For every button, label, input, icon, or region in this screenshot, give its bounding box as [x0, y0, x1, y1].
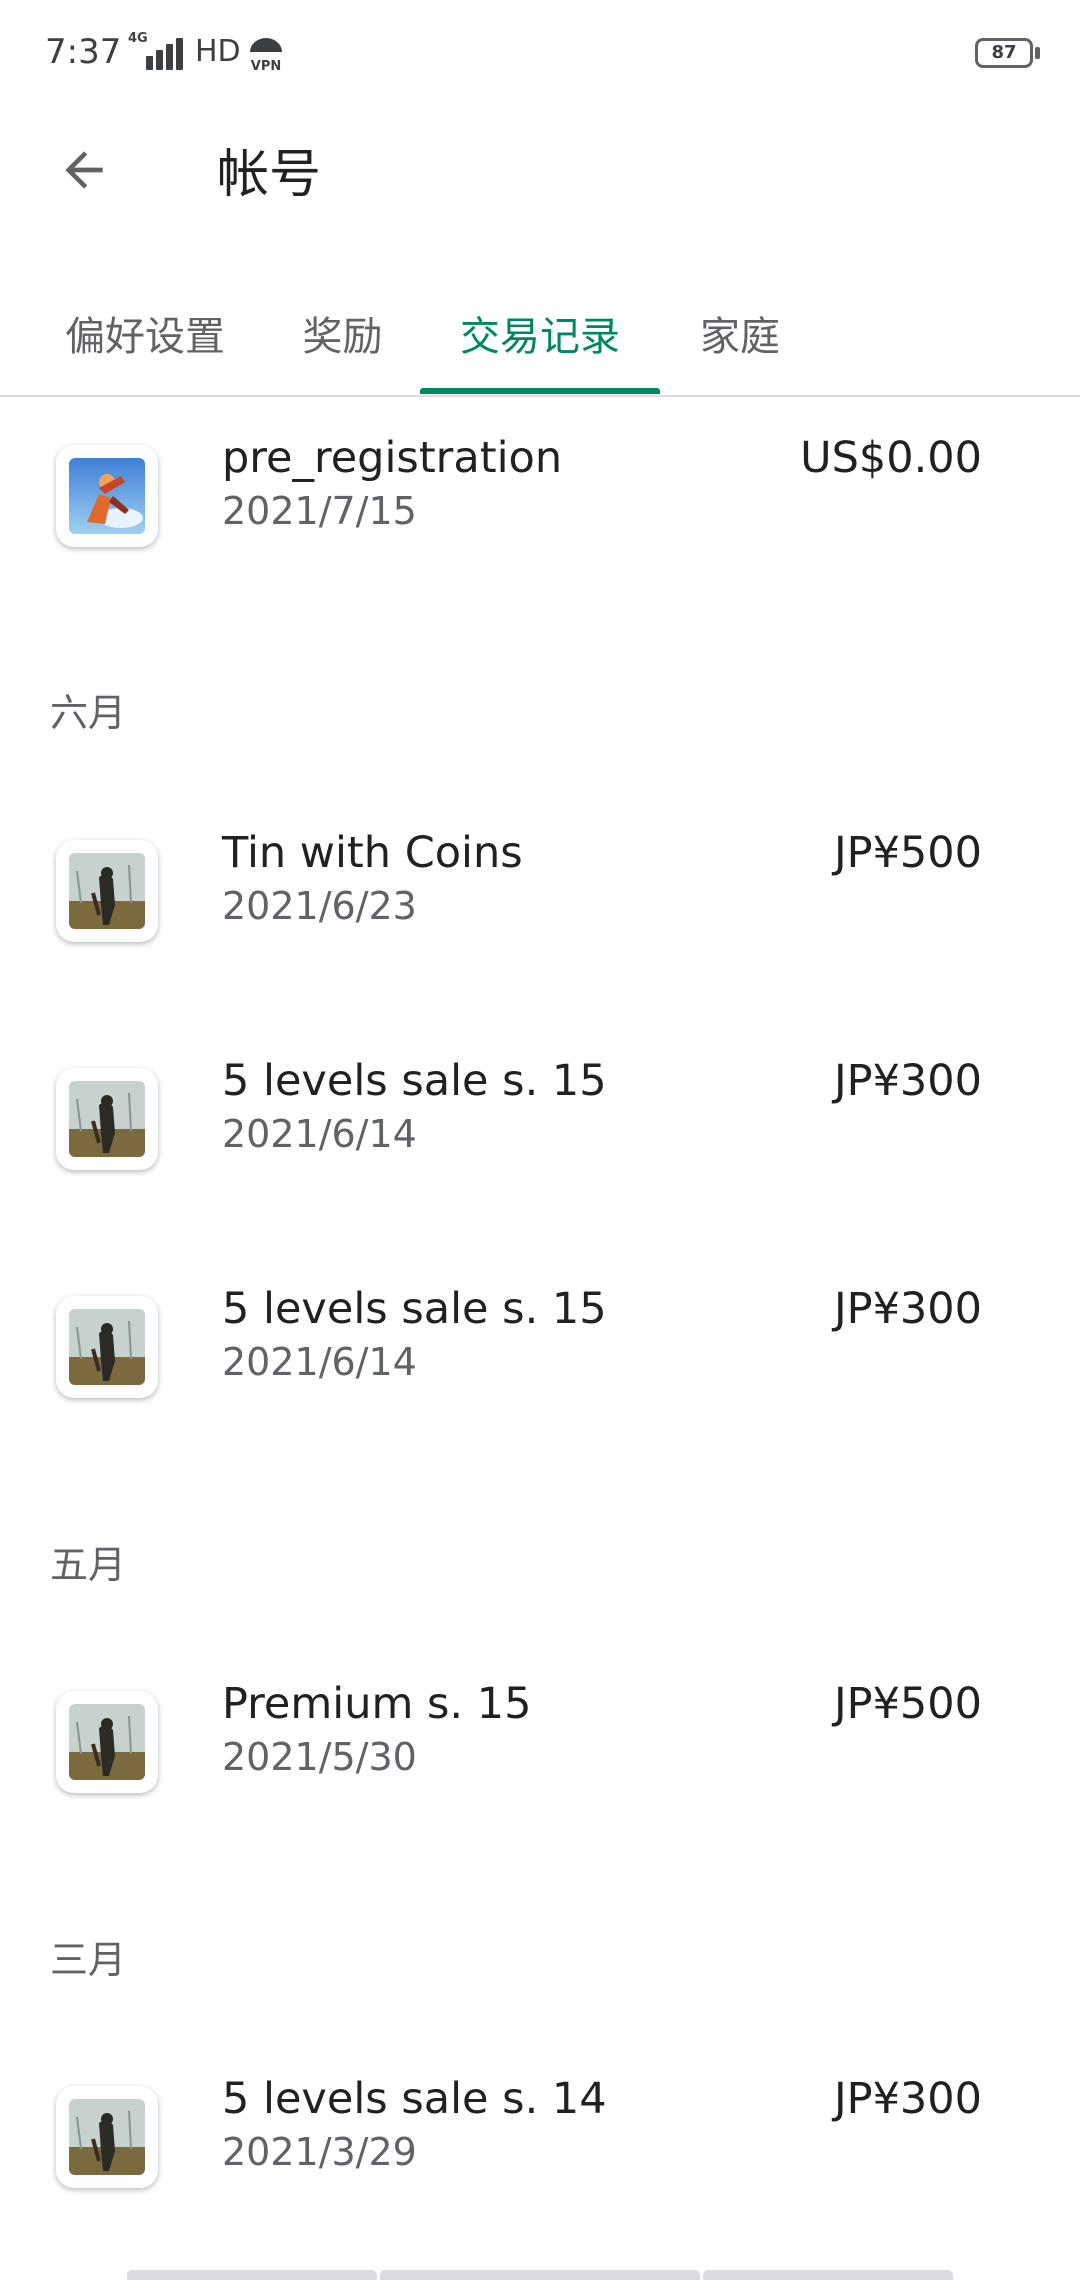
hero-game-icon: [56, 445, 158, 547]
tab-family[interactable]: 家庭: [680, 270, 800, 395]
bottom-hint-segment: [380, 2270, 700, 2280]
transaction-title: 5 levels sale s. 15: [222, 1284, 607, 1334]
survivor-game-icon: [56, 1691, 158, 1793]
transaction-row[interactable]: Premium s. 15 2021/5/30 JP¥500: [0, 1645, 1080, 1805]
transaction-row[interactable]: Tin with Coins 2021/6/23 JP¥500: [0, 794, 1080, 954]
transaction-date: 2021/7/15: [222, 489, 417, 533]
tab-rewards[interactable]: 奖励: [280, 270, 405, 395]
survivor-game-icon: [56, 2086, 158, 2188]
transaction-row[interactable]: 5 levels sale s. 14 2021/3/29 JP¥300: [0, 2040, 1080, 2200]
transaction-row[interactable]: pre_registration 2021/7/15 US$0.00: [0, 399, 1080, 559]
transaction-amount: JP¥300: [833, 1056, 982, 1106]
transaction-row[interactable]: 5 levels sale s. 15 2021/6/14 JP¥300: [0, 1022, 1080, 1182]
transaction-title: 5 levels sale s. 14: [222, 2074, 607, 2124]
month-header-may: 五月: [50, 1543, 127, 1587]
transaction-title: 5 levels sale s. 15: [222, 1056, 607, 1106]
transaction-date: 2021/6/14: [222, 1340, 417, 1384]
transaction-date: 2021/5/30: [222, 1735, 417, 1779]
transaction-amount: JP¥500: [833, 1679, 982, 1729]
battery-cap: [1035, 47, 1040, 59]
transaction-row[interactable]: 5 levels sale s. 15 2021/6/14 JP¥300: [0, 1250, 1080, 1410]
network-type: 4G: [128, 31, 148, 46]
month-header-march: 三月: [50, 1938, 127, 1982]
active-tab-indicator: [420, 388, 660, 394]
signal-icon: 4G: [128, 32, 188, 72]
month-header-june: 六月: [50, 691, 127, 735]
app-bar: 帐号: [0, 110, 1080, 260]
transaction-title: Tin with Coins: [222, 828, 523, 878]
vpn-icon: VPN: [246, 34, 286, 74]
battery-level: 87: [991, 42, 1017, 63]
battery-icon: 87: [975, 38, 1033, 68]
vpn-label: VPN: [251, 59, 281, 74]
status-time: 7:37: [45, 32, 122, 72]
hd-indicator: HD: [195, 34, 241, 69]
screen: 7:37 4G HD VPN 87 帐号 偏好设置 奖励 交易记录 家庭 pre…: [0, 0, 1080, 2280]
transaction-amount: JP¥500: [833, 828, 982, 878]
bottom-hint-segment: [703, 2270, 953, 2280]
transaction-date: 2021/6/23: [222, 884, 417, 928]
transaction-date: 2021/3/29: [222, 2130, 417, 2174]
transaction-amount: JP¥300: [833, 2074, 982, 2124]
transaction-title: pre_registration: [222, 433, 563, 483]
transaction-amount: JP¥300: [833, 1284, 982, 1334]
transaction-title: Premium s. 15: [222, 1679, 532, 1729]
tab-bar: 偏好设置 奖励 交易记录 家庭: [0, 270, 1080, 397]
survivor-game-icon: [56, 1296, 158, 1398]
bottom-hint-segment: [127, 2270, 377, 2280]
survivor-game-icon: [56, 1068, 158, 1170]
page-title: 帐号: [217, 145, 322, 205]
transaction-date: 2021/6/14: [222, 1112, 417, 1156]
survivor-game-icon: [56, 840, 158, 942]
tab-transactions[interactable]: 交易记录: [420, 270, 660, 395]
transaction-amount: US$0.00: [800, 433, 982, 483]
tab-preferences[interactable]: 偏好设置: [40, 270, 250, 395]
arrow-back-icon: [65, 151, 103, 189]
status-bar: 7:37 4G HD VPN 87: [0, 0, 1080, 110]
back-button[interactable]: [44, 130, 124, 210]
